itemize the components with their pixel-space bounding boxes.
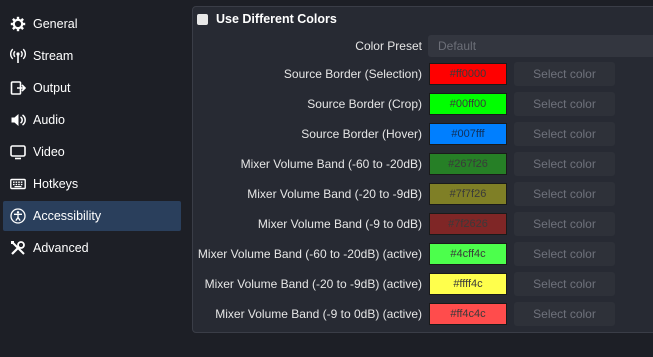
- color-setting-row: Source Border (Crop) #00ff00 Select color: [192, 92, 652, 116]
- sidebar-item-label: Hotkeys: [33, 177, 79, 191]
- color-swatch: #007fff: [429, 123, 507, 145]
- sidebar-item-output[interactable]: Output: [3, 73, 181, 103]
- color-setting-label: Mixer Volume Band (-20 to -9dB): [247, 187, 422, 201]
- color-setting-label: Source Border (Crop): [307, 97, 422, 111]
- color-swatch: #4cff4c: [429, 243, 507, 265]
- sidebar-item-audio[interactable]: Audio: [3, 105, 181, 135]
- accessibility-icon: [9, 207, 27, 225]
- color-preset-label: Color Preset: [355, 39, 422, 53]
- color-setting-label: Source Border (Hover): [301, 127, 422, 141]
- sidebar-item-stream[interactable]: Stream: [3, 41, 181, 71]
- color-swatch: #ff4c4c: [429, 303, 507, 325]
- color-swatch: #ffff4c: [429, 273, 507, 295]
- sidebar-item-label: Output: [33, 81, 71, 95]
- color-setting-row: Mixer Volume Band (-9 to 0dB) #7f2626 Sele…: [192, 212, 652, 236]
- color-setting-row: Mixer Volume Band (-60 to -20dB) #267f26 S…: [192, 152, 652, 176]
- sidebar-item-label: Advanced: [33, 241, 89, 255]
- color-swatch: #267f26: [429, 153, 507, 175]
- select-color-button[interactable]: Select color: [514, 182, 615, 206]
- gear-icon: [9, 15, 27, 33]
- color-setting-label: Mixer Volume Band (-60 to -20dB): [240, 157, 422, 171]
- color-swatch: #ff0000: [429, 63, 507, 85]
- keyboard-icon: [9, 175, 27, 193]
- color-setting-label: Source Border (Selection): [283, 67, 422, 81]
- settings-sidebar: General Stream Output Audio Video Hotkey…: [0, 0, 184, 357]
- select-color-button[interactable]: Select color: [514, 92, 615, 116]
- sidebar-item-label: Stream: [33, 49, 74, 63]
- select-color-button[interactable]: Select color: [514, 122, 615, 146]
- sidebar-item-label: Video: [33, 145, 65, 159]
- select-color-button[interactable]: Select color: [514, 302, 615, 326]
- output-icon: [9, 79, 27, 97]
- select-color-button[interactable]: Select color: [514, 242, 615, 266]
- color-setting-label: Mixer Volume Band (-9 to 0dB): [257, 217, 422, 231]
- sidebar-item-label: Audio: [33, 113, 65, 127]
- color-setting-row: Source Border (Hover) #007fff Select color: [192, 122, 652, 146]
- use-different-colors-label: Use Different Colors: [216, 12, 337, 26]
- color-setting-row: Mixer Volume Band (-60 to -20dB) (active…: [192, 242, 652, 266]
- sidebar-item-general[interactable]: General: [3, 9, 181, 39]
- speaker-icon: [9, 111, 27, 129]
- select-color-button[interactable]: Select color: [514, 272, 615, 296]
- broadcast-icon: [9, 47, 27, 65]
- tools-icon: [9, 239, 27, 257]
- color-preset-select[interactable]: Default: [428, 35, 653, 57]
- color-swatch: #7f7f26: [429, 183, 507, 205]
- color-setting-row: Mixer Volume Band (-9 to 0dB) (active) #f…: [192, 302, 652, 326]
- sidebar-item-label: Accessibility: [33, 209, 102, 223]
- select-color-button[interactable]: Select color: [514, 152, 615, 176]
- select-color-button[interactable]: Select color: [514, 212, 615, 236]
- sidebar-item-video[interactable]: Video: [3, 137, 181, 167]
- color-setting-label: Mixer Volume Band (-60 to -20dB) (active…: [197, 247, 422, 261]
- color-setting-row: Source Border (Selection) #ff0000 Select c…: [192, 62, 652, 86]
- use-different-colors-option[interactable]: Use Different Colors: [197, 10, 337, 28]
- color-swatch: #00ff00: [429, 93, 507, 115]
- use-different-colors-checkbox[interactable]: [197, 13, 208, 25]
- sidebar-item-accessibility[interactable]: Accessibility: [3, 201, 181, 231]
- sidebar-item-hotkeys[interactable]: Hotkeys: [3, 169, 181, 199]
- color-setting-label: Mixer Volume Band (-9 to 0dB) (active): [215, 307, 422, 321]
- sidebar-item-advanced[interactable]: Advanced: [3, 233, 181, 263]
- color-setting-label: Mixer Volume Band (-20 to -9dB) (active): [204, 277, 422, 291]
- sidebar-item-label: General: [33, 17, 78, 31]
- color-swatch: #7f2626: [429, 213, 507, 235]
- color-setting-row: Mixer Volume Band (-20 to -9dB) (active)…: [192, 272, 652, 296]
- select-color-button[interactable]: Select color: [514, 62, 615, 86]
- color-setting-row: Mixer Volume Band (-20 to -9dB) #7f7f26 Se…: [192, 182, 652, 206]
- monitor-icon: [9, 143, 27, 161]
